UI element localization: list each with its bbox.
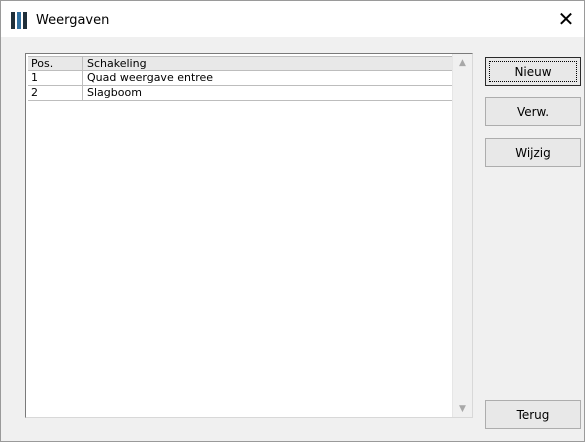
delete-button[interactable]: Verw. — [485, 97, 581, 126]
row-name: Slagboom — [87, 86, 142, 99]
dialog-window: Weergaven ✕ Pos. Schakeling 1 Quad weerg… — [0, 0, 585, 442]
schakeling-list[interactable]: Pos. Schakeling 1 Quad weergave entree 2… — [25, 53, 473, 418]
list-row[interactable]: 2 Slagboom — [28, 86, 452, 101]
focus-ring — [489, 61, 577, 82]
app-icon — [11, 12, 29, 29]
window-title: Weergaven — [36, 13, 110, 28]
column-header-pos[interactable]: Pos. — [28, 57, 83, 71]
back-button[interactable]: Terug — [485, 400, 581, 429]
close-button[interactable]: ✕ — [548, 1, 584, 37]
list-grid: Pos. Schakeling 1 Quad weergave entree 2… — [28, 56, 452, 101]
row-pos: 1 — [28, 71, 83, 85]
edit-button-label: Wijzig — [515, 145, 551, 160]
new-button[interactable]: Nieuw — [485, 57, 581, 86]
title-bar[interactable]: Weergaven ✕ — [1, 1, 584, 37]
back-button-label: Terug — [516, 407, 550, 422]
row-pos: 2 — [28, 86, 83, 100]
edit-button[interactable]: Wijzig — [485, 138, 581, 167]
column-header-schakeling[interactable]: Schakeling — [84, 57, 452, 71]
row-name: Quad weergave entree — [87, 71, 214, 84]
list-row[interactable]: 1 Quad weergave entree — [28, 71, 452, 86]
close-icon: ✕ — [557, 7, 575, 31]
scroll-up-icon[interactable]: ▲ — [453, 54, 472, 71]
vertical-scrollbar[interactable]: ▲ ▼ — [452, 54, 472, 417]
list-header: Pos. Schakeling — [28, 56, 452, 71]
scroll-down-icon[interactable]: ▼ — [453, 400, 472, 417]
delete-button-label: Verw. — [516, 104, 550, 119]
